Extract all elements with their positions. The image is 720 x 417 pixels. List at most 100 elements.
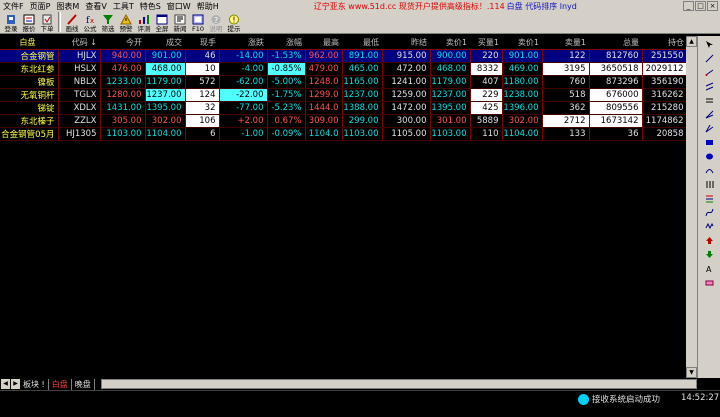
tip-button[interactable]: 提示 (225, 11, 243, 33)
column-header[interactable]: 总量 (589, 36, 642, 50)
rectangle-tool-icon[interactable] (705, 138, 714, 147)
column-header[interactable]: 卖量1 (542, 36, 589, 50)
low-price: 299.00 (342, 114, 383, 128)
fibonacci-tool-icon[interactable] (705, 194, 714, 203)
commodity-code: XDLX (58, 101, 101, 115)
bid-volume: 425 (470, 101, 503, 115)
bid-price: 1395.00 (430, 101, 471, 115)
drawing-tool-strip: A (697, 36, 720, 378)
change-percent: -1.53% (267, 49, 306, 63)
column-header[interactable]: 最低 (342, 36, 382, 50)
parallel-tool-icon[interactable] (705, 82, 714, 91)
ask-volume: 518 (542, 88, 590, 102)
column-header[interactable]: 买量1 (470, 36, 502, 50)
column-header[interactable]: 现手 (185, 36, 219, 50)
open-price: 940.00 (100, 49, 146, 63)
table-row[interactable]: 合金钢管05月 HJ1305 1103.00 1104.00 6 -1.00 -… (0, 127, 688, 141)
draw-line-icon (66, 14, 78, 25)
tip-icon (228, 14, 240, 25)
menu-view[interactable]: 查看V (82, 1, 109, 12)
ellipse-tool-icon[interactable] (705, 152, 714, 161)
column-header[interactable]: 持仓 (642, 36, 687, 50)
explain-button[interactable]: ? 说明 (207, 11, 225, 33)
up-arrow-tool-icon[interactable] (705, 236, 714, 245)
prev-settle: 300.00 (382, 114, 431, 128)
eraser-tool-icon[interactable] (705, 278, 714, 287)
table-row[interactable]: 合金钢管 HJLX 940.00 901.00 46 -14.00 -1.53%… (0, 49, 688, 63)
tab-night-session[interactable]: 晚盘 (72, 378, 95, 390)
quote-button[interactable]: 报价 (20, 11, 38, 33)
table-row[interactable]: 镍板 NBLX 1233.00 1179.00 572 -62.00 -5.00… (0, 75, 688, 89)
table-row[interactable]: 东北榛子 ZZLX 305.00 302.00 106 +2.00 0.67% … (0, 114, 688, 128)
order-button[interactable]: 下单 (38, 11, 56, 33)
last-price: 901.00 (145, 49, 186, 63)
arc-tool-icon[interactable] (705, 166, 714, 175)
news-button[interactable]: 新闻 (171, 11, 189, 33)
menu-chart[interactable]: 图表M (53, 1, 82, 12)
current-volume: 124 (185, 88, 220, 102)
change-percent: -5.23% (267, 101, 306, 115)
column-header[interactable]: 涨跌 (219, 36, 267, 50)
draw-line-button[interactable]: 画线 (63, 11, 81, 33)
column-header[interactable]: 成交 (145, 36, 185, 50)
f10-button[interactable]: F10 (189, 11, 207, 33)
column-header[interactable]: 卖价1 (430, 36, 470, 50)
menu-special[interactable]: 特色S (137, 1, 164, 12)
cycle-tool-icon[interactable] (705, 180, 714, 189)
table-row[interactable]: 锑锭 XDLX 1431.00 1395.00 32 -77.00 -5.23%… (0, 101, 688, 115)
horizontal-scrollbar[interactable] (100, 379, 697, 389)
close-button[interactable]: × (707, 1, 718, 11)
column-header[interactable]: 涨幅 (267, 36, 305, 50)
menu-tools[interactable]: 工具T (110, 1, 137, 12)
price-change: -22.00 (219, 88, 268, 102)
menu-file[interactable]: 文件F (0, 1, 27, 12)
formula-button[interactable]: fx 公式 (81, 11, 99, 33)
last-price: 1237.00 (145, 88, 186, 102)
channel-tool-icon[interactable] (705, 96, 714, 105)
wave-tool-icon[interactable] (705, 222, 714, 231)
fullscreen-icon (156, 14, 168, 25)
tab-sector[interactable]: 板块 ! (20, 378, 49, 390)
high-price: 1299.0 (305, 88, 343, 102)
price-change: -14.00 (219, 49, 268, 63)
line-tool-icon[interactable] (705, 54, 714, 63)
ray-tool-icon[interactable] (705, 68, 714, 77)
change-percent: -5.00% (267, 75, 306, 89)
last-price: 1179.00 (145, 75, 186, 89)
fullscreen-button[interactable]: 全屏 (153, 11, 171, 33)
tab-scroll-left-icon[interactable]: ◀ (1, 379, 10, 389)
restore-button[interactable]: □ (695, 1, 706, 11)
advertisement-text[interactable]: 辽宁亚东 www.51d.cc 现货开户提供高级指标！.114 (314, 1, 505, 12)
menu-help[interactable]: 帮助H (194, 1, 222, 12)
tab-day-session[interactable]: 白盘 (49, 378, 72, 390)
scroll-up-arrow-icon[interactable]: ▲ (686, 36, 697, 47)
column-header[interactable]: 白盘 (0, 36, 58, 50)
tab-scroll-right-icon[interactable]: ▶ (11, 379, 20, 389)
gann-tool-icon[interactable] (705, 124, 714, 133)
table-row[interactable]: 无氧铜杆 TGLX 1280.00 1237.00 124 -22.00 -1.… (0, 88, 688, 102)
down-arrow-tool-icon[interactable] (705, 250, 714, 259)
minimize-button[interactable]: _ (683, 1, 694, 11)
text-tool-icon[interactable]: A (705, 264, 714, 273)
menu-page[interactable]: 页面P (27, 1, 54, 12)
scroll-down-arrow-icon[interactable]: ▼ (686, 367, 697, 378)
bid-price: 1103.00 (430, 127, 471, 141)
login-label: 登录 (4, 25, 18, 33)
column-header[interactable]: 最高 (305, 36, 342, 50)
curve-tool-icon[interactable] (705, 208, 714, 217)
arrow-tool-icon[interactable] (705, 40, 714, 49)
column-header[interactable]: 今开 (100, 36, 145, 50)
open-interest: 1174862 (642, 114, 688, 128)
alert-button[interactable]: 预警 (117, 11, 135, 33)
menu-window[interactable]: 窗口W (164, 1, 194, 12)
fan-tool-icon[interactable] (705, 110, 714, 119)
vertical-scrollbar[interactable]: ▲ ▼ (686, 36, 697, 378)
column-header[interactable]: 代码 ↓ (58, 36, 100, 50)
login-button[interactable]: 登录 (2, 11, 20, 33)
prev-settle: 472.00 (382, 62, 431, 76)
column-header[interactable]: 卖价1 (502, 36, 542, 50)
table-row[interactable]: 东北红参 HSLX 476.00 468.00 10 -4.00 -0.85% … (0, 62, 688, 76)
evaluate-button[interactable]: 评测 (135, 11, 153, 33)
column-header[interactable]: 昨结 (382, 36, 430, 50)
filter-button[interactable]: 筛选 (99, 11, 117, 33)
